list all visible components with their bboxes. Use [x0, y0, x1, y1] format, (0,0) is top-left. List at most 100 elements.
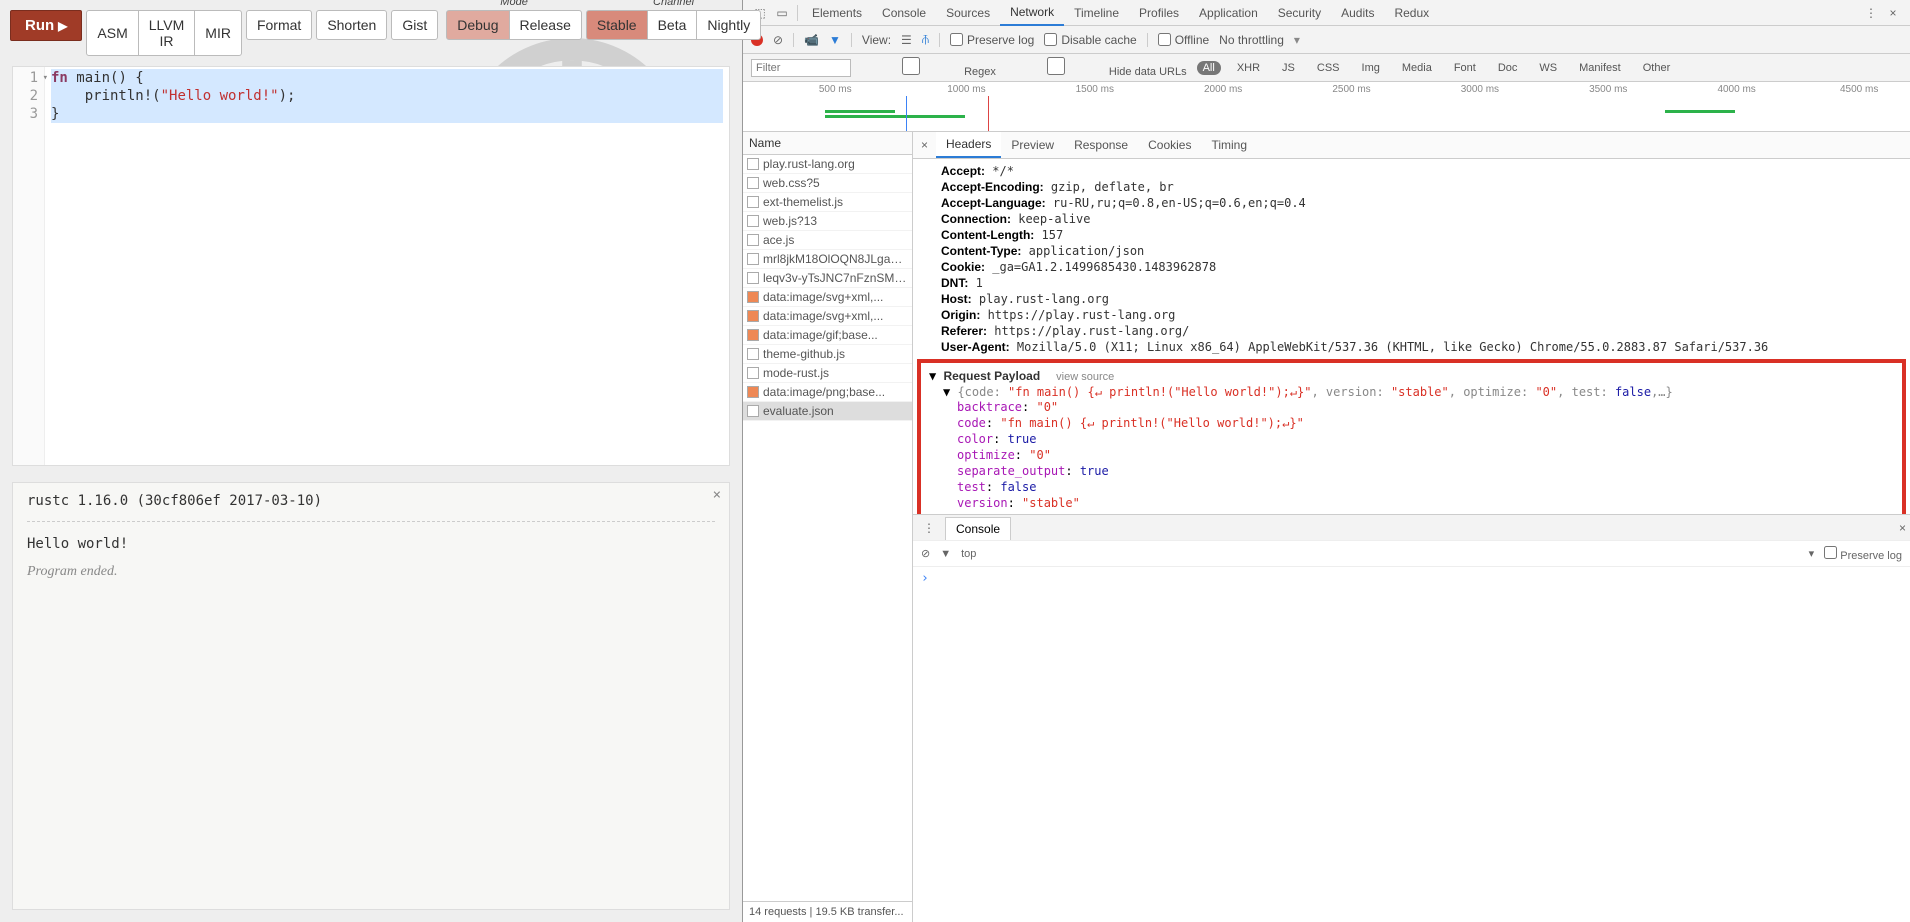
- request-row[interactable]: data:image/gif;base...: [743, 326, 912, 345]
- file-icon: [747, 253, 759, 265]
- name-column-header[interactable]: Name: [743, 132, 912, 155]
- detail-close-icon[interactable]: ×: [913, 134, 936, 156]
- clear-icon[interactable]: ⊘: [773, 33, 783, 47]
- disable-cache-check[interactable]: Disable cache: [1044, 33, 1136, 47]
- mir-button[interactable]: MIR: [194, 10, 242, 56]
- tab-application[interactable]: Application: [1189, 1, 1268, 25]
- output-close-icon[interactable]: ×: [713, 487, 721, 503]
- filter-js[interactable]: JS: [1276, 61, 1301, 75]
- filter-media[interactable]: Media: [1396, 61, 1438, 75]
- nightly-button[interactable]: Nightly: [696, 10, 761, 40]
- request-row[interactable]: data:image/svg+xml,...: [743, 307, 912, 326]
- view-detail-icon[interactable]: ⫚: [922, 32, 929, 47]
- request-row[interactable]: theme-github.js: [743, 345, 912, 364]
- tab-audits[interactable]: Audits: [1331, 1, 1384, 25]
- request-name: play.rust-lang.org: [763, 157, 855, 171]
- file-icon: [747, 177, 759, 189]
- tab-network[interactable]: Network: [1000, 0, 1064, 26]
- mode-label: Mode: [446, 0, 582, 8]
- tab-redux[interactable]: Redux: [1384, 1, 1439, 25]
- request-row[interactable]: leqv3v-yTsJNC7nFznSMqUo0...: [743, 269, 912, 288]
- request-row[interactable]: web.css?5: [743, 174, 912, 193]
- request-row[interactable]: ext-themelist.js: [743, 193, 912, 212]
- console-clear-icon[interactable]: ⊘: [921, 547, 930, 560]
- tab-elements[interactable]: Elements: [802, 1, 872, 25]
- request-name: leqv3v-yTsJNC7nFznSMqUo0...: [763, 271, 908, 285]
- console-context[interactable]: top: [961, 548, 976, 560]
- console-drawer-tab[interactable]: Console: [945, 517, 1011, 540]
- gist-button[interactable]: Gist: [391, 10, 438, 40]
- stable-button[interactable]: Stable: [586, 10, 648, 40]
- filter-input[interactable]: [751, 59, 851, 77]
- request-name: data:image/svg+xml,...: [763, 290, 883, 304]
- request-name: web.js?13: [763, 214, 817, 228]
- detail-tab-preview[interactable]: Preview: [1001, 133, 1064, 157]
- filter-other[interactable]: Other: [1637, 61, 1677, 75]
- request-row[interactable]: data:image/png;base...: [743, 383, 912, 402]
- filter-font[interactable]: Font: [1448, 61, 1482, 75]
- filter-doc[interactable]: Doc: [1492, 61, 1524, 75]
- format-button[interactable]: Format: [246, 10, 312, 40]
- release-button[interactable]: Release: [509, 10, 582, 40]
- tab-console[interactable]: Console: [872, 1, 936, 25]
- console-input[interactable]: ›: [913, 566, 1910, 922]
- tab-timeline[interactable]: Timeline: [1064, 1, 1129, 25]
- request-row[interactable]: play.rust-lang.org: [743, 155, 912, 174]
- request-row[interactable]: evaluate.json: [743, 402, 912, 421]
- request-name: ext-themelist.js: [763, 195, 843, 209]
- devtools-tabs: ⬚ ▭ Elements Console Sources Network Tim…: [743, 0, 1910, 26]
- console-close-icon[interactable]: ×: [1899, 521, 1906, 535]
- code-editor[interactable]: 1 2 3 fn main() { println!("Hello world!…: [12, 66, 730, 466]
- capture-icon[interactable]: 📹: [804, 33, 819, 47]
- request-row[interactable]: ace.js: [743, 231, 912, 250]
- request-name: data:image/gif;base...: [763, 328, 878, 342]
- file-icon: [747, 367, 759, 379]
- request-name: theme-github.js: [763, 347, 845, 361]
- hide-urls-check[interactable]: Hide data URLs: [1006, 57, 1187, 78]
- compiler-version: rustc 1.16.0 (30cf806ef 2017-03-10): [27, 493, 715, 509]
- tab-profiles[interactable]: Profiles: [1129, 1, 1189, 25]
- detail-tab-headers[interactable]: Headers: [936, 132, 1001, 158]
- offline-check[interactable]: Offline: [1158, 33, 1209, 47]
- run-button[interactable]: Run ▶: [10, 10, 82, 41]
- shorten-button[interactable]: Shorten: [316, 10, 387, 40]
- device-icon[interactable]: ▭: [771, 2, 793, 24]
- filter-img[interactable]: Img: [1356, 61, 1386, 75]
- preserve-log-check[interactable]: Preserve log: [950, 33, 1034, 47]
- filter-css[interactable]: CSS: [1311, 61, 1346, 75]
- filter-manifest[interactable]: Manifest: [1573, 61, 1627, 75]
- program-stdout: Hello world!: [27, 536, 715, 552]
- throttling-select[interactable]: No throttling: [1219, 33, 1284, 47]
- request-row[interactable]: web.js?13: [743, 212, 912, 231]
- detail-tab-timing[interactable]: Timing: [1201, 133, 1257, 157]
- file-icon: [747, 272, 759, 284]
- regex-check[interactable]: Regex: [861, 57, 996, 78]
- program-ended: Program ended.: [27, 564, 715, 580]
- asm-button[interactable]: ASM: [86, 10, 138, 56]
- tab-security[interactable]: Security: [1268, 1, 1331, 25]
- view-list-icon[interactable]: ☰: [901, 33, 912, 47]
- request-row[interactable]: mrl8jkM18OlOQN8JLgasD9V...: [743, 250, 912, 269]
- filter-all[interactable]: All: [1197, 61, 1221, 75]
- beta-button[interactable]: Beta: [647, 10, 698, 40]
- filter-ws[interactable]: WS: [1533, 61, 1563, 75]
- request-row[interactable]: data:image/svg+xml,...: [743, 288, 912, 307]
- debug-button[interactable]: Debug: [446, 10, 509, 40]
- detail-tab-response[interactable]: Response: [1064, 133, 1138, 157]
- detail-tab-cookies[interactable]: Cookies: [1138, 133, 1201, 157]
- devtools-close-icon[interactable]: ×: [1882, 2, 1904, 24]
- request-payload-box: ▼ Request Payloadview source ▼ {code: "f…: [917, 359, 1906, 514]
- tab-sources[interactable]: Sources: [936, 1, 1000, 25]
- file-icon: [747, 405, 759, 417]
- console-preserve-check[interactable]: Preserve log: [1824, 546, 1902, 562]
- file-icon: [747, 196, 759, 208]
- file-icon: [747, 291, 759, 303]
- request-row[interactable]: mode-rust.js: [743, 364, 912, 383]
- filter-xhr[interactable]: XHR: [1231, 61, 1266, 75]
- kebab-icon[interactable]: ⋮: [1860, 2, 1882, 24]
- llvm-button[interactable]: LLVM IR: [138, 10, 196, 56]
- console-filter-icon[interactable]: ▼: [940, 548, 951, 560]
- network-timeline[interactable]: 500 ms 1000 ms 1500 ms 2000 ms 2500 ms 3…: [743, 82, 1910, 132]
- filter-icon[interactable]: ▼: [829, 33, 841, 47]
- console-kebab-icon[interactable]: ⋮: [913, 521, 945, 535]
